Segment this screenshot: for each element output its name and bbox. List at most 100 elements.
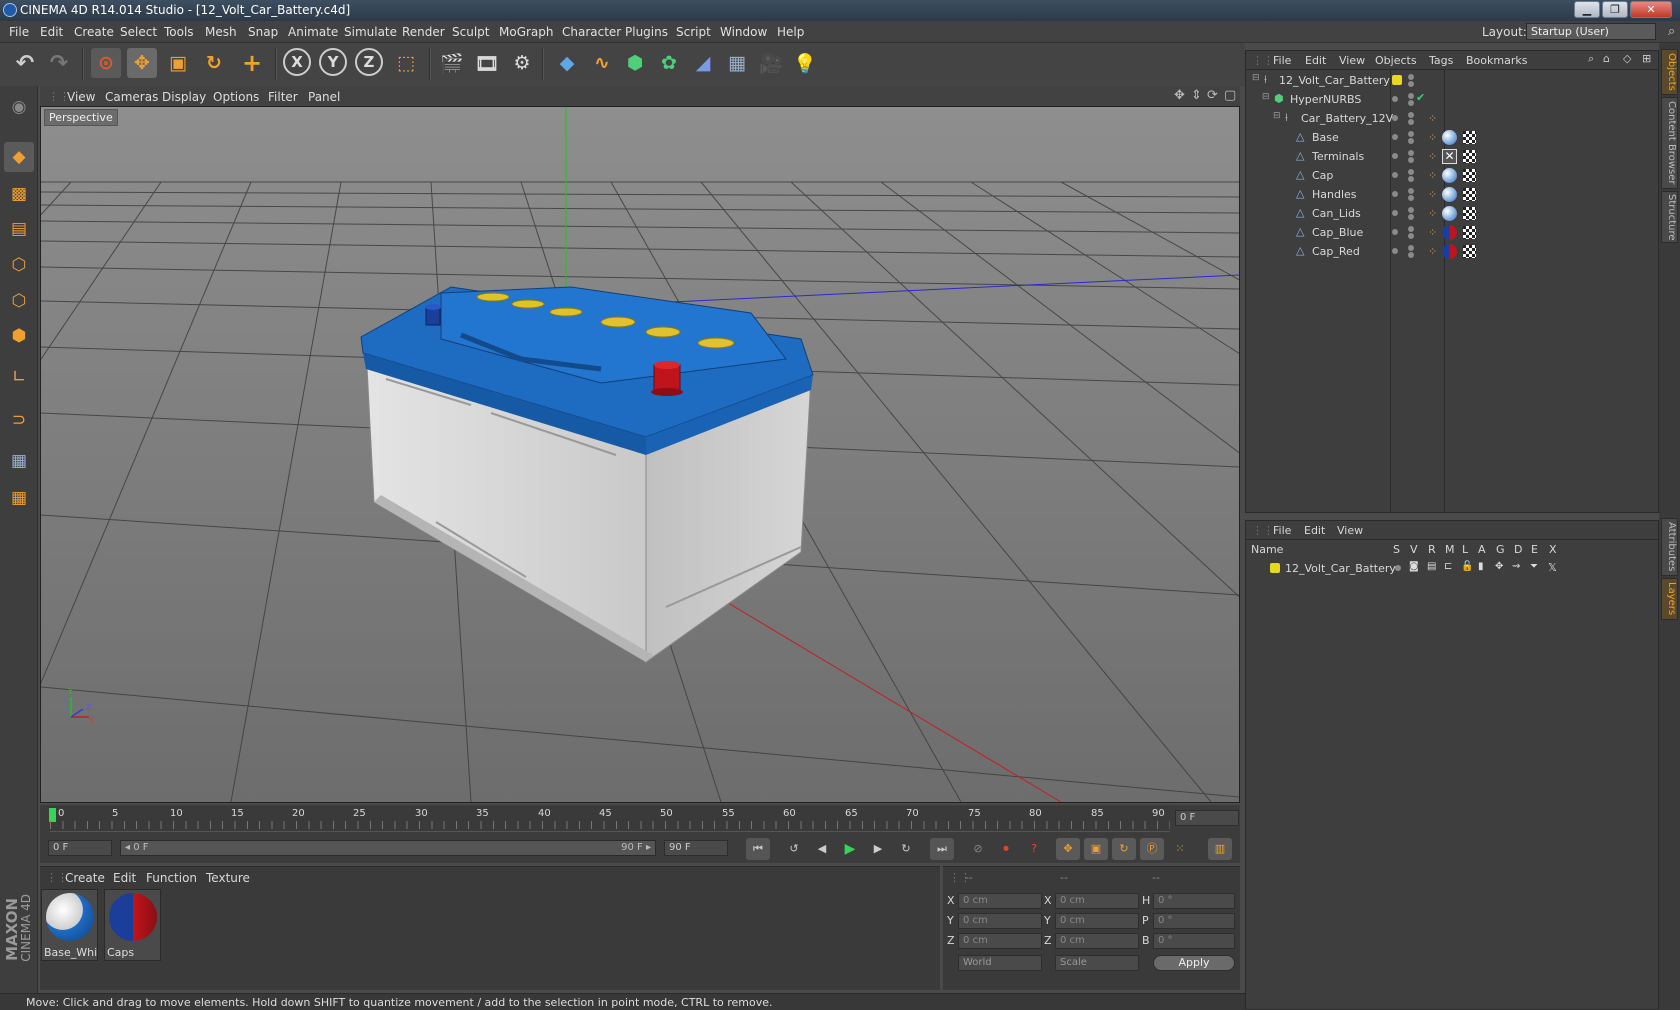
material-menu-texture[interactable]: Texture bbox=[206, 871, 250, 885]
key-scale-icon[interactable]: ▣ bbox=[1084, 838, 1108, 860]
layout-select[interactable]: Startup (User) bbox=[1526, 23, 1656, 40]
column-solo[interactable]: S bbox=[1393, 543, 1400, 556]
layer-menu-file[interactable]: File bbox=[1273, 524, 1291, 537]
object-row-cap[interactable]: △ Cap ⁘ bbox=[1246, 166, 1658, 185]
goto-start-icon[interactable]: ⏮ bbox=[746, 838, 770, 860]
undo-icon[interactable]: ↶ bbox=[10, 48, 40, 78]
close-button[interactable]: ✕ bbox=[1630, 1, 1672, 18]
next-frame-icon[interactable]: ▶ bbox=[866, 838, 890, 860]
material-tag-icon[interactable] bbox=[1442, 225, 1457, 240]
key-pla-icon[interactable]: ⁙ bbox=[1168, 838, 1192, 860]
key-rotation-icon[interactable]: ↻ bbox=[1112, 838, 1136, 860]
material-menu-create[interactable]: Create bbox=[65, 871, 105, 885]
column-manager[interactable]: M bbox=[1445, 543, 1455, 556]
column-xref[interactable]: X bbox=[1549, 543, 1557, 556]
spline-icon[interactable]: ∿ bbox=[587, 48, 617, 78]
material-tag-icon[interactable] bbox=[1442, 244, 1457, 259]
keyframe-selection-icon[interactable]: ? bbox=[1022, 838, 1046, 860]
tab-layers[interactable]: Layers bbox=[1661, 578, 1678, 620]
apply-button[interactable]: Apply bbox=[1153, 955, 1235, 971]
nurbs-icon[interactable]: ⬢ bbox=[620, 48, 650, 78]
viewport-menu-options[interactable]: Options bbox=[213, 90, 259, 104]
position-z-field[interactable]: 0 cm bbox=[958, 933, 1042, 949]
texture-tag-icon[interactable] bbox=[1463, 188, 1476, 201]
viewport-zoom-icon[interactable]: ⇕ bbox=[1191, 88, 1202, 103]
start-frame-field[interactable]: 0 F bbox=[48, 840, 112, 856]
maximize-button[interactable]: ❐ bbox=[1602, 1, 1628, 18]
render-settings-icon[interactable]: ⚙ bbox=[507, 48, 537, 78]
texture-tag-icon[interactable] bbox=[1463, 169, 1476, 182]
menu-plugins[interactable]: Plugins bbox=[625, 25, 668, 39]
object-menu-bookmarks[interactable]: Bookmarks bbox=[1466, 54, 1527, 67]
enabled-check-icon[interactable]: ✔ bbox=[1416, 91, 1425, 104]
range-slider[interactable]: ◂ 0 F 90 F ▸ bbox=[120, 840, 656, 856]
scale-tool-icon[interactable]: ▣ bbox=[163, 48, 193, 78]
prev-frame-icon[interactable]: ◀ bbox=[810, 838, 834, 860]
magnet-icon[interactable]: ⊃ bbox=[4, 405, 34, 435]
camera-icon[interactable]: 🎥 bbox=[756, 48, 786, 78]
texture-tag-icon[interactable] bbox=[1463, 150, 1476, 163]
perspective-viewport[interactable]: Perspective Y X Z bbox=[40, 106, 1240, 803]
menu-select[interactable]: Select bbox=[120, 25, 157, 39]
live-selection-icon[interactable]: ⊙ bbox=[91, 48, 121, 78]
light-icon[interactable]: 💡 bbox=[790, 48, 820, 78]
playhead[interactable] bbox=[49, 808, 56, 822]
z-axis-icon[interactable]: Z bbox=[355, 48, 383, 76]
goto-end-icon[interactable]: ⏭ bbox=[930, 838, 954, 860]
column-deformers[interactable]: D bbox=[1514, 543, 1522, 556]
menu-mograph[interactable]: MoGraph bbox=[499, 25, 554, 39]
menu-window[interactable]: Window bbox=[720, 25, 767, 39]
filter-icon[interactable]: ◇ bbox=[1623, 52, 1631, 65]
viewport-menu-display[interactable]: Display bbox=[162, 90, 206, 104]
x-axis-icon[interactable]: X bbox=[283, 48, 311, 76]
menu-snap[interactable]: Snap bbox=[248, 25, 278, 39]
menu-script[interactable]: Script bbox=[676, 25, 711, 39]
object-row-base[interactable]: △ Base ⁘ bbox=[1246, 128, 1658, 147]
layer-menu-edit[interactable]: Edit bbox=[1304, 524, 1325, 537]
menu-character[interactable]: Character bbox=[562, 25, 621, 39]
viewport-menu-view[interactable]: View bbox=[67, 90, 95, 104]
menu-render[interactable]: Render bbox=[402, 25, 445, 39]
search-icon[interactable]: ⌕ bbox=[1588, 52, 1594, 66]
next-key-icon[interactable]: ↻ bbox=[894, 838, 918, 860]
end-frame-field[interactable]: 90 F bbox=[664, 840, 728, 856]
play-icon[interactable]: ▶ bbox=[838, 838, 862, 860]
object-row-handles[interactable]: △ Handles ⁘ bbox=[1246, 185, 1658, 204]
xref-toggle-icon[interactable]: 𝕏 bbox=[1548, 561, 1557, 574]
current-frame-field[interactable]: 0 F bbox=[1175, 810, 1239, 826]
deformer-icon[interactable]: ◢ bbox=[688, 48, 718, 78]
position-y-field[interactable]: 0 cm bbox=[958, 913, 1042, 929]
viewport-menu-panel[interactable]: Panel bbox=[308, 90, 340, 104]
locked-workplane-icon[interactable]: ▦ bbox=[4, 446, 34, 476]
position-x-field[interactable]: 0 cm bbox=[958, 893, 1042, 909]
collapse-icon[interactable]: ⊟ bbox=[1273, 111, 1281, 121]
object-menu-objects[interactable]: Objects bbox=[1375, 54, 1417, 67]
phong-tag-icon[interactable]: ⁘ bbox=[1428, 207, 1437, 220]
viewport-menu-cameras[interactable]: Cameras bbox=[105, 90, 158, 104]
key-position-icon[interactable]: ✥ bbox=[1056, 838, 1080, 860]
lock-toggle-icon[interactable]: 🔓 bbox=[1461, 561, 1473, 572]
layer-color-swatch[interactable] bbox=[1270, 563, 1280, 573]
deformer-toggle-icon[interactable]: ⇝ bbox=[1512, 561, 1520, 572]
key-parameter-icon[interactable]: Ⓟ bbox=[1140, 838, 1164, 860]
object-row-terminals[interactable]: △ Terminals ⁘ ✕ bbox=[1246, 147, 1658, 166]
coord-system-select[interactable]: World bbox=[958, 955, 1042, 971]
material-tag-icon[interactable] bbox=[1442, 206, 1457, 221]
menu-animate[interactable]: Animate bbox=[288, 25, 338, 39]
edges-mode-icon[interactable]: ⬡ bbox=[4, 286, 34, 316]
menu-tools[interactable]: Tools bbox=[164, 25, 194, 39]
manager-toggle-icon[interactable]: ⊏ bbox=[1444, 561, 1452, 572]
cube-icon[interactable]: ◆ bbox=[552, 48, 582, 78]
column-view[interactable]: V bbox=[1410, 543, 1418, 556]
y-axis-icon[interactable]: Y bbox=[319, 48, 347, 76]
object-row-cap-blue[interactable]: △ Cap_Blue ⁘ bbox=[1246, 223, 1658, 242]
phong-tag-icon[interactable]: ⁘ bbox=[1428, 188, 1437, 201]
object-row-can-lids[interactable]: △ Can_Lids ⁘ bbox=[1246, 204, 1658, 223]
recent-tool-icon[interactable]: + bbox=[237, 48, 267, 78]
search-icon[interactable]: ⌕ bbox=[1668, 24, 1675, 39]
material-caps[interactable]: Caps bbox=[104, 889, 161, 961]
tab-content-browser[interactable]: Content Browser bbox=[1661, 97, 1678, 189]
layer-row[interactable]: 12_Volt_Car_Battery ◙ ▤ ⊏ 🔓 ▮ ✥ ⇝ ⏷ 𝕏 bbox=[1246, 559, 1658, 578]
column-render[interactable]: R bbox=[1428, 543, 1436, 556]
phong-tag-icon[interactable]: ⁘ bbox=[1428, 150, 1437, 163]
